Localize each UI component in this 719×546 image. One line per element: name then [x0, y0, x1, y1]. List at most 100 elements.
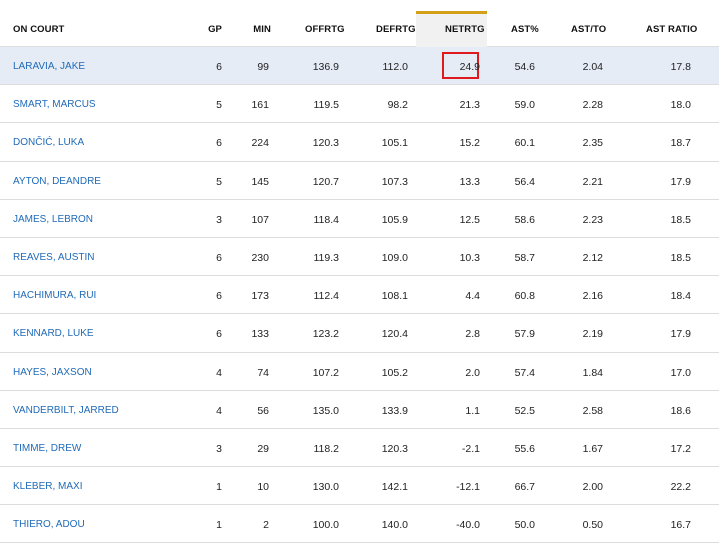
cell-offrtg: 120.3	[312, 137, 339, 150]
cell-ast-to: 2.04	[582, 61, 603, 73]
player-name-link[interactable]: JAMES, LEBRON	[13, 200, 93, 237]
cell-defrtg: 98.2	[387, 99, 408, 112]
table-row: THIERO, ADOU 1 2 100.0 140.0 -40.0 50.0 0.50 16.…	[0, 505, 719, 544]
cell-netrtg: 2.0	[465, 366, 480, 379]
table-body: LARAVIA, JAKE 6 99 136.9 112.0 24.9 54.6 2.04 17…	[0, 47, 719, 544]
table-row: LARAVIA, JAKE 6 99 136.9 112.0 24.9 54.6 2.04 17…	[0, 47, 719, 86]
cell-netrtg: 10.3	[459, 251, 480, 264]
cell-offrtg: 123.2	[312, 328, 339, 341]
cell-offrtg: 118.4	[313, 213, 340, 226]
cell-gp: 1	[216, 481, 222, 494]
cell-ast-ratio: 17.9	[670, 175, 691, 188]
cell-gp: 6	[216, 328, 222, 341]
cell-gp: 6	[216, 61, 222, 73]
cell-ast-pct: 57.9	[514, 328, 535, 341]
table-row: KENNARD, LUKE 6 133 123.2 120.4 2.8 57.9 2.19 17…	[0, 314, 719, 353]
player-name-link[interactable]: KENNARD, LUKE	[13, 314, 94, 351]
cell-ast-to: 2.23	[582, 213, 603, 226]
cell-min: 10	[257, 481, 269, 494]
cell-ast-ratio: 18.7	[670, 137, 691, 150]
column-header-ast-pct[interactable]: AST%	[511, 0, 539, 47]
cell-ast-to: 2.35	[582, 137, 603, 150]
column-header-defrtg[interactable]: DEFRTG	[376, 0, 416, 47]
cell-ast-to: 2.00	[582, 481, 603, 494]
cell-ast-pct: 60.1	[514, 137, 535, 150]
cell-ast-to: 2.16	[582, 290, 603, 303]
cell-offrtg: 118.2	[313, 442, 340, 455]
cell-defrtg: 107.3	[381, 175, 408, 188]
cell-ast-ratio: 17.9	[670, 328, 691, 341]
cell-gp: 6	[216, 137, 222, 150]
cell-ast-ratio: 18.5	[670, 213, 691, 226]
player-name-link[interactable]: SMART, MARCUS	[13, 85, 96, 122]
player-name-link[interactable]: THIERO, ADOU	[13, 505, 85, 542]
cell-netrtg: 12.5	[459, 213, 480, 226]
player-name-link[interactable]: AYTON, DEANDRE	[13, 162, 101, 199]
cell-min: 99	[257, 61, 269, 73]
column-header-ast-ratio[interactable]: AST RATIO	[646, 0, 697, 47]
cell-min: 173	[251, 290, 269, 303]
cell-ast-ratio: 16.7	[670, 519, 691, 532]
cell-offrtg: 107.2	[312, 366, 339, 379]
cell-gp: 1	[216, 519, 222, 532]
cell-defrtg: 105.2	[381, 366, 408, 379]
cell-ast-pct: 50.0	[514, 519, 535, 532]
cell-gp: 3	[216, 442, 222, 455]
player-name-link[interactable]: LARAVIA, JAKE	[13, 47, 85, 84]
cell-min: 56	[257, 404, 269, 417]
cell-min: 230	[251, 251, 269, 264]
player-name-link[interactable]: HAYES, JAXSON	[13, 353, 92, 390]
cell-defrtg: 133.9	[381, 404, 408, 417]
cell-defrtg: 140.0	[381, 519, 408, 532]
table-row: HACHIMURA, RUI 6 173 112.4 108.1 4.4 60.8 2.16 1…	[0, 276, 719, 315]
cell-ast-ratio: 18.0	[670, 99, 691, 112]
player-name-link[interactable]: HACHIMURA, RUI	[13, 276, 96, 313]
cell-gp: 6	[216, 251, 222, 264]
cell-netrtg: 24.9	[459, 61, 480, 73]
stats-table: ON COURT GP MIN OFFRTG DEFRTG NETRTG AST…	[0, 0, 719, 546]
cell-ast-ratio: 17.0	[670, 366, 691, 379]
cell-netrtg: -40.0	[456, 519, 480, 532]
cell-ast-pct: 66.7	[514, 481, 535, 494]
cell-ast-ratio: 22.2	[670, 481, 691, 494]
cell-ast-pct: 58.7	[514, 251, 535, 264]
player-name-link[interactable]: TIMME, DREW	[13, 429, 81, 466]
column-header-gp[interactable]: GP	[200, 0, 222, 47]
cell-offrtg: 130.0	[312, 481, 339, 494]
cell-gp: 5	[216, 175, 222, 188]
column-header-ast-to[interactable]: AST/TO	[571, 0, 606, 47]
cell-ast-pct: 55.6	[514, 442, 535, 455]
cell-netrtg: -12.1	[456, 481, 480, 494]
cell-netrtg: 1.1	[465, 404, 480, 417]
player-name-link[interactable]: DONČIĆ, LUKA	[13, 123, 84, 160]
cell-ast-ratio: 18.4	[670, 290, 691, 303]
cell-defrtg: 142.1	[381, 481, 408, 494]
cell-ast-pct: 54.6	[514, 61, 535, 73]
cell-ast-to: 2.21	[582, 175, 603, 188]
cell-min: 133	[251, 328, 269, 341]
cell-ast-pct: 52.5	[514, 404, 535, 417]
column-header-min[interactable]: MIN	[240, 0, 271, 47]
cell-offrtg: 136.9	[312, 61, 339, 73]
cell-ast-to: 1.67	[582, 442, 603, 455]
cell-min: 224	[251, 137, 269, 150]
cell-offrtg: 135.0	[312, 404, 339, 417]
cell-ast-pct: 59.0	[514, 99, 535, 112]
player-name-link[interactable]: VANDERBILT, JARRED	[13, 391, 119, 428]
player-name-link[interactable]: REAVES, AUSTIN	[13, 238, 95, 275]
column-header-offrtg[interactable]: OFFRTG	[305, 0, 345, 47]
cell-defrtg: 105.1	[381, 137, 408, 150]
cell-defrtg: 120.4	[381, 328, 408, 341]
player-name-link[interactable]: KLEBER, MAXI	[13, 467, 82, 504]
table-row: SMART, MARCUS 5 161 119.5 98.2 21.3 59.0 2.28 18…	[0, 85, 719, 124]
cell-offrtg: 120.7	[312, 175, 339, 188]
cell-defrtg: 112.0	[382, 61, 409, 73]
cell-ast-pct: 56.4	[514, 175, 535, 188]
column-header-netrtg[interactable]: NETRTG	[445, 0, 485, 47]
cell-min: 2	[263, 519, 269, 532]
cell-ast-to: 2.58	[582, 404, 603, 417]
cell-offrtg: 119.3	[313, 251, 340, 264]
cell-ast-pct: 60.8	[514, 290, 535, 303]
cell-ast-to: 2.19	[582, 328, 603, 341]
column-header-on-court[interactable]: ON COURT	[13, 0, 64, 47]
